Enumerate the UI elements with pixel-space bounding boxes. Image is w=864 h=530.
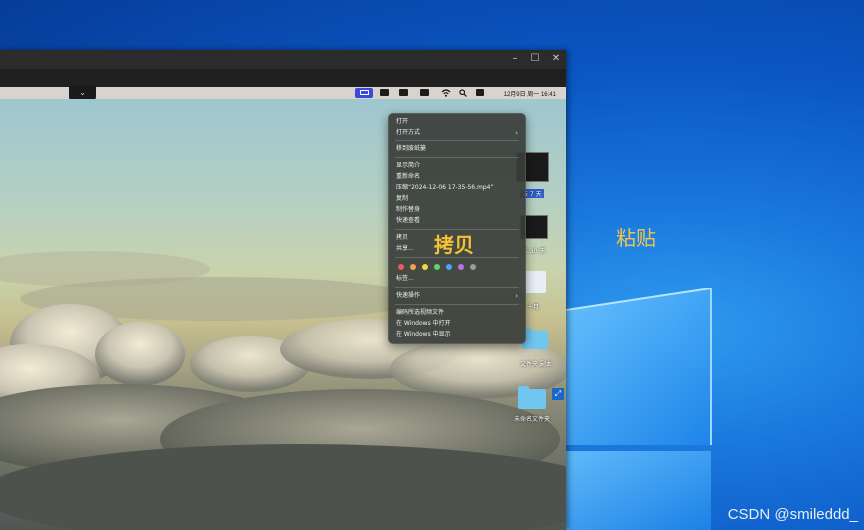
menu-item-share[interactable]: 共享... (396, 245, 414, 253)
copy-annotation: 拷贝 (434, 233, 474, 257)
windows-logo (566, 288, 712, 530)
menu-item-copy[interactable]: 拷贝 (396, 234, 408, 242)
menu-separator (395, 140, 519, 141)
menu-item-show-in-windows[interactable]: 在 Windows 中显示 (396, 331, 451, 339)
menu-item-move-to-trash[interactable]: 移到废纸篓 (396, 145, 426, 153)
menu-item-open-with[interactable]: 打开方式 (396, 129, 420, 137)
tag-color-dot[interactable] (446, 264, 452, 270)
close-button[interactable]: ✕ (548, 52, 564, 66)
search-icon[interactable] (459, 89, 467, 97)
tag-color-dot[interactable] (422, 264, 428, 270)
vm-titlebar[interactable]: – ☐ ✕ (0, 50, 566, 69)
maximize-button[interactable]: ☐ (527, 52, 543, 66)
tag-color-dot[interactable] (410, 264, 416, 270)
tag-color-dot[interactable] (398, 264, 404, 270)
menu-item-quick-actions[interactable]: 快速操作 (396, 292, 420, 300)
tag-color-dot[interactable] (434, 264, 440, 270)
desktop-icon-label[interactable]: 文件夹 副本 (520, 359, 552, 368)
menu-item-encode-video[interactable]: 编码所选视频文件 (396, 309, 444, 317)
menu-item-open-in-windows[interactable]: 在 Windows 中打开 (396, 320, 451, 328)
menu-separator (395, 157, 519, 158)
menu-item-duplicate[interactable]: 复制 (396, 195, 408, 203)
screen-sharing-icon[interactable] (355, 88, 373, 98)
csdn-watermark: CSDN @smileddd_ (727, 506, 858, 523)
apps-icon[interactable] (399, 89, 408, 96)
menu-separator (395, 287, 519, 288)
tag-color-dot[interactable] (458, 264, 464, 270)
window-resize-icon[interactable]: ⤢ (552, 388, 564, 400)
paste-annotation: 粘贴 (616, 226, 656, 250)
menu-item-get-info[interactable]: 显示简介 (396, 162, 420, 170)
display-icon[interactable] (420, 89, 429, 96)
menu-item-make-alias[interactable]: 制作替身 (396, 206, 420, 214)
menu-item-compress[interactable]: 压缩“2024-12-06 17-35-56.mp4” (396, 184, 494, 192)
tag-color-dot[interactable] (470, 264, 476, 270)
control-center-icon[interactable] (476, 89, 484, 96)
desktop-icon-label[interactable]: 十月 (527, 302, 539, 311)
menu-item-open[interactable]: 打开 (396, 118, 408, 126)
menu-item-quick-look[interactable]: 快速查看 (396, 217, 420, 225)
vm-toolbar (0, 69, 566, 87)
image-icon[interactable] (380, 89, 389, 96)
wifi-icon[interactable] (441, 89, 451, 97)
menubar-clock[interactable]: 12月9日 周一 16:41 (504, 89, 556, 98)
chevron-right-icon: › (515, 292, 518, 300)
chevron-right-icon: › (515, 129, 518, 137)
menu-item-tags[interactable]: 标签... (396, 275, 414, 283)
menu-item-rename[interactable]: 重新命名 (396, 173, 420, 181)
desktop-icon-label[interactable]: 未命名文件夹 (514, 414, 550, 423)
folder-icon[interactable] (518, 386, 546, 409)
minimize-button[interactable]: – (507, 52, 523, 66)
menu-separator (395, 304, 519, 305)
